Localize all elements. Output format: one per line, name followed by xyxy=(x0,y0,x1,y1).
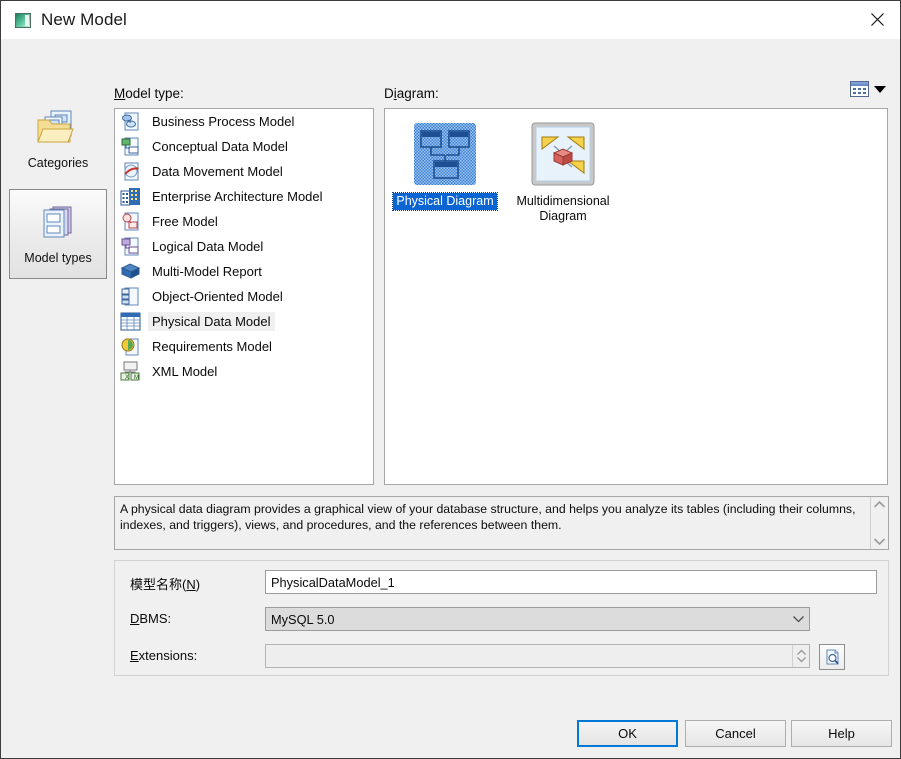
extensions-browse-button[interactable] xyxy=(819,644,845,670)
cancel-button[interactable]: Cancel xyxy=(685,720,786,747)
chevron-down-icon xyxy=(787,615,809,623)
rail-item-categories[interactable]: Categories xyxy=(9,94,107,184)
model-type-row-multi-model-report[interactable]: Multi-Model Report xyxy=(115,259,373,284)
model-type-label-text: Object-Oriented Model xyxy=(152,289,283,304)
object-oriented-icon xyxy=(120,286,141,307)
diagram-label: Diagram: xyxy=(384,86,439,101)
page-magnifier-icon xyxy=(824,649,841,665)
category-rail: Categories Model types xyxy=(9,94,107,284)
description-scrollbar[interactable] xyxy=(870,497,888,549)
folder-documents-icon xyxy=(35,108,81,152)
model-document-icon xyxy=(15,12,31,28)
model-type-label-text: Requirements Model xyxy=(152,339,272,354)
model-type-label-text: Logical Data Model xyxy=(152,239,264,254)
list-view-icon xyxy=(850,81,869,97)
diagram-item-physical[interactable]: Physical Diagram xyxy=(389,121,501,211)
model-type-row-enterprise-architecture[interactable]: Enterprise Architecture Model xyxy=(115,184,373,209)
model-type-label-text: Business Process Model xyxy=(152,114,295,129)
model-type-label-text: Free Model xyxy=(152,214,218,229)
svg-text:M: M xyxy=(134,375,139,381)
rail-item-model-types[interactable]: Model types xyxy=(9,189,107,279)
model-type-row-logical-data[interactable]: Logical Data Model xyxy=(115,234,373,259)
rail-item-label: Model types xyxy=(24,251,92,265)
free-model-icon xyxy=(120,211,141,232)
model-type-row-physical-data[interactable]: Physical Data Model xyxy=(115,309,373,334)
diagram-item-label: Physical Diagram xyxy=(392,192,498,211)
model-name-input[interactable]: PhysicalDataModel_1 xyxy=(265,570,877,594)
help-button[interactable]: Help xyxy=(791,720,892,747)
window-title: New Model xyxy=(41,10,127,29)
scroll-down-icon[interactable] xyxy=(873,537,886,546)
business-process-icon xyxy=(120,111,141,132)
physical-data-icon xyxy=(120,311,141,332)
model-type-row-xml-model[interactable]: X M XML Model xyxy=(115,359,373,384)
extensions-stepper[interactable] xyxy=(792,645,809,667)
model-type-label-text: Data Movement Model xyxy=(152,164,283,179)
enterprise-architecture-icon xyxy=(120,186,141,207)
new-model-dialog: New Model Categories Model types Model t… xyxy=(0,0,901,759)
model-type-label: Model type: xyxy=(114,86,184,101)
close-icon[interactable] xyxy=(854,1,900,38)
model-type-row-object-oriented[interactable]: Object-Oriented Model xyxy=(115,284,373,309)
ok-button[interactable]: OK xyxy=(577,720,678,747)
model-type-row-conceptual-data[interactable]: Conceptual Data Model xyxy=(115,134,373,159)
data-movement-icon xyxy=(120,161,141,182)
title-bar: New Model xyxy=(1,1,900,39)
diagram-item-multidimensional[interactable]: Multidimensional Diagram xyxy=(507,121,619,225)
model-name-label: 模型名称(N) xyxy=(130,577,201,592)
extensions-row: Extensions: xyxy=(115,644,888,670)
requirements-icon xyxy=(120,336,141,357)
logical-data-icon xyxy=(120,236,141,257)
dbms-label: DBMS: xyxy=(130,611,172,626)
dbms-selected-value: MySQL 5.0 xyxy=(271,611,335,627)
stacked-documents-icon xyxy=(35,203,81,247)
model-settings-group: 模型名称(N) PhysicalDataModel_1 DBMS: MySQL … xyxy=(114,560,889,676)
description-panel: A physical data diagram provides a graph… xyxy=(114,496,889,550)
description-text: A physical data diagram provides a graph… xyxy=(120,502,856,532)
chevron-down-icon xyxy=(874,85,886,93)
dbms-row: DBMS: MySQL 5.0 xyxy=(115,607,888,633)
dialog-footer: OK Cancel Help xyxy=(1,712,900,758)
diagram-item-label: Multidimensional Diagram xyxy=(516,194,610,223)
xml-model-icon: X M xyxy=(120,361,141,382)
model-type-label-text: Physical Data Model xyxy=(148,312,275,331)
view-mode-toggle[interactable] xyxy=(850,81,886,97)
dialog-body: Categories Model types Model type: Diagr… xyxy=(1,39,900,758)
model-type-row-business-process[interactable]: Business Process Model xyxy=(115,109,373,134)
scroll-up-icon[interactable] xyxy=(873,500,886,509)
extensions-input[interactable] xyxy=(265,644,810,668)
model-name-row: 模型名称(N) PhysicalDataModel_1 xyxy=(115,570,888,596)
model-type-row-requirements[interactable]: Requirements Model xyxy=(115,334,373,359)
physical-diagram-icon xyxy=(412,121,478,187)
multi-model-report-icon xyxy=(120,261,141,282)
model-type-row-data-movement[interactable]: Data Movement Model xyxy=(115,159,373,184)
model-type-label-text: Multi-Model Report xyxy=(152,264,262,279)
model-type-row-free-model[interactable]: Free Model xyxy=(115,209,373,234)
conceptual-data-icon xyxy=(120,136,141,157)
rail-item-label: Categories xyxy=(27,156,89,170)
svg-text:X: X xyxy=(125,375,129,381)
diagram-list[interactable]: Physical Diagram Multidimensional Diagra… xyxy=(384,108,888,485)
model-type-list[interactable]: Business Process Model Conceptual Data M… xyxy=(114,108,374,485)
model-type-label-text: XML Model xyxy=(152,364,218,379)
extensions-label: Extensions: xyxy=(130,648,198,663)
dbms-select[interactable]: MySQL 5.0 xyxy=(265,607,810,631)
model-type-label-text: Enterprise Architecture Model xyxy=(152,189,323,204)
multidimensional-diagram-icon xyxy=(530,121,596,187)
model-type-label-text: Conceptual Data Model xyxy=(152,139,288,154)
